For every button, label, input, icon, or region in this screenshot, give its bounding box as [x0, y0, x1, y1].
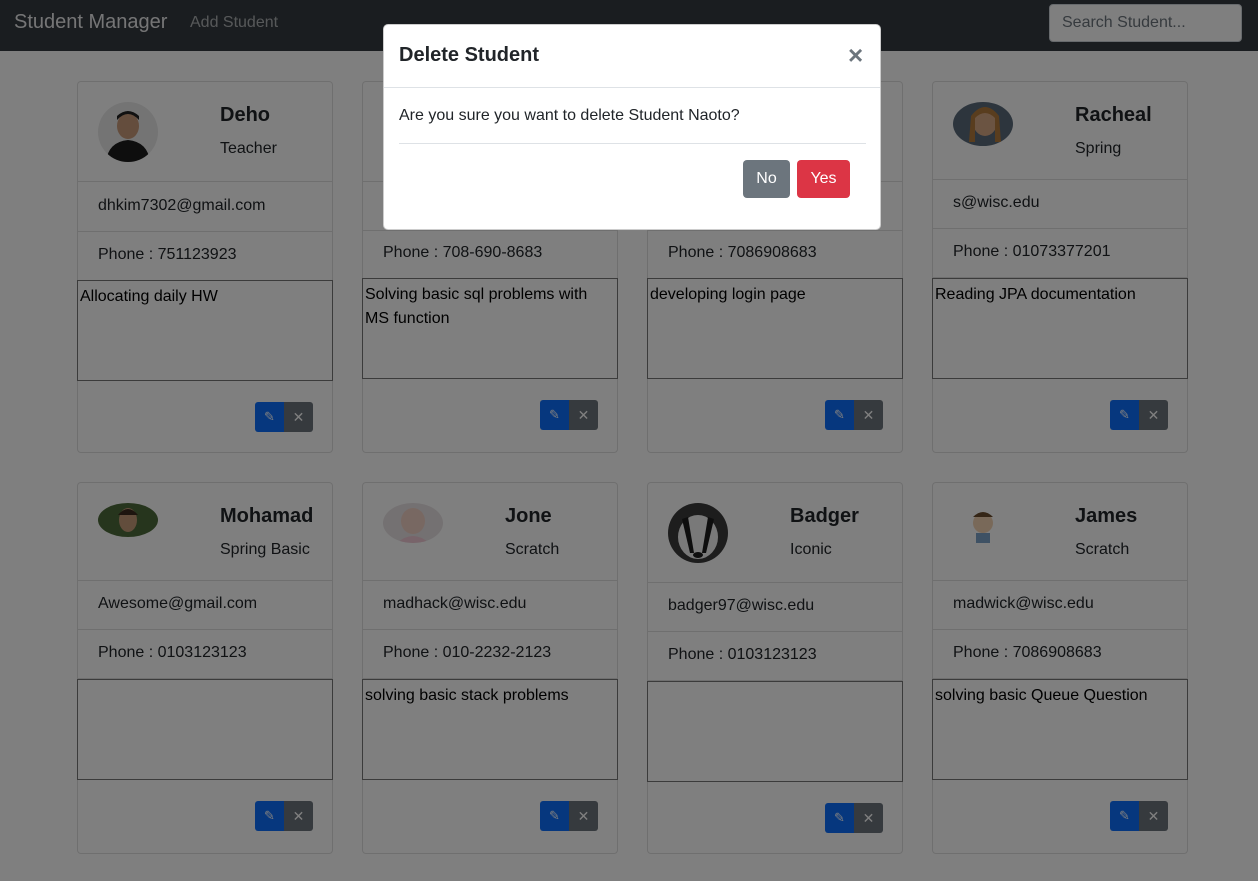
modal-header: Delete Student ×	[384, 25, 880, 88]
modal-title: Delete Student	[399, 44, 540, 66]
no-button[interactable]: No	[743, 160, 790, 198]
delete-student-modal: Delete Student × Are you sure you want t…	[383, 24, 881, 230]
yes-button[interactable]: Yes	[797, 160, 850, 198]
divider	[399, 143, 866, 144]
close-icon[interactable]: ×	[848, 40, 863, 71]
modal-body-text: Are you sure you want to delete Student …	[399, 107, 740, 124]
